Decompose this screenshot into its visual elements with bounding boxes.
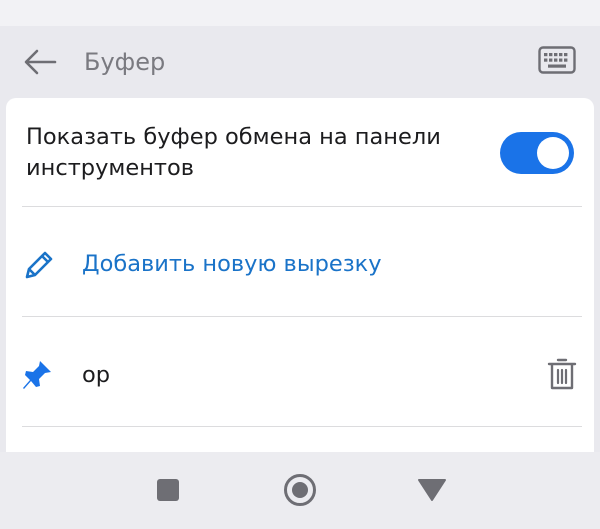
divider: [22, 206, 582, 207]
add-clip-button[interactable]: Добавить новую вырезку: [6, 208, 594, 316]
clip-text-partial: [82, 438, 482, 452]
keyboard-button[interactable]: [533, 42, 581, 78]
clipboard-panel: Показать буфер обмена на панели инструме…: [6, 98, 594, 452]
status-bar-strip: [0, 0, 600, 26]
square-icon: [157, 479, 179, 501]
clip-text: ор: [82, 362, 111, 388]
show-clipboard-setting: Показать буфер обмена на панели инструме…: [6, 98, 594, 206]
toggle-knob: [537, 137, 569, 169]
show-clipboard-label: Показать буфер обмена на панели инструме…: [26, 124, 441, 181]
add-clip-label: Добавить новую вырезку: [82, 251, 382, 277]
page-title: Буфер: [84, 48, 166, 76]
back-nav-button[interactable]: [412, 472, 452, 508]
divider: [22, 426, 582, 427]
delete-clip-button[interactable]: [542, 352, 582, 396]
arrow-left-icon: [24, 49, 57, 75]
keyboard-icon: [538, 46, 576, 74]
clip-item[interactable]: ор: [6, 318, 594, 426]
back-button[interactable]: [18, 42, 62, 82]
home-circle-icon: [284, 474, 316, 506]
show-clipboard-toggle[interactable]: [500, 132, 574, 174]
app-header: Буфер: [0, 26, 600, 98]
recents-button[interactable]: [148, 472, 188, 508]
trash-icon: [547, 358, 577, 390]
back-triangle-icon: [418, 479, 446, 501]
divider: [22, 316, 582, 317]
pencil-icon: [25, 251, 53, 279]
home-button[interactable]: [280, 472, 320, 508]
clip-item-partial[interactable]: [6, 428, 594, 452]
system-nav-bar: [0, 452, 600, 529]
pin-icon: [23, 361, 51, 389]
